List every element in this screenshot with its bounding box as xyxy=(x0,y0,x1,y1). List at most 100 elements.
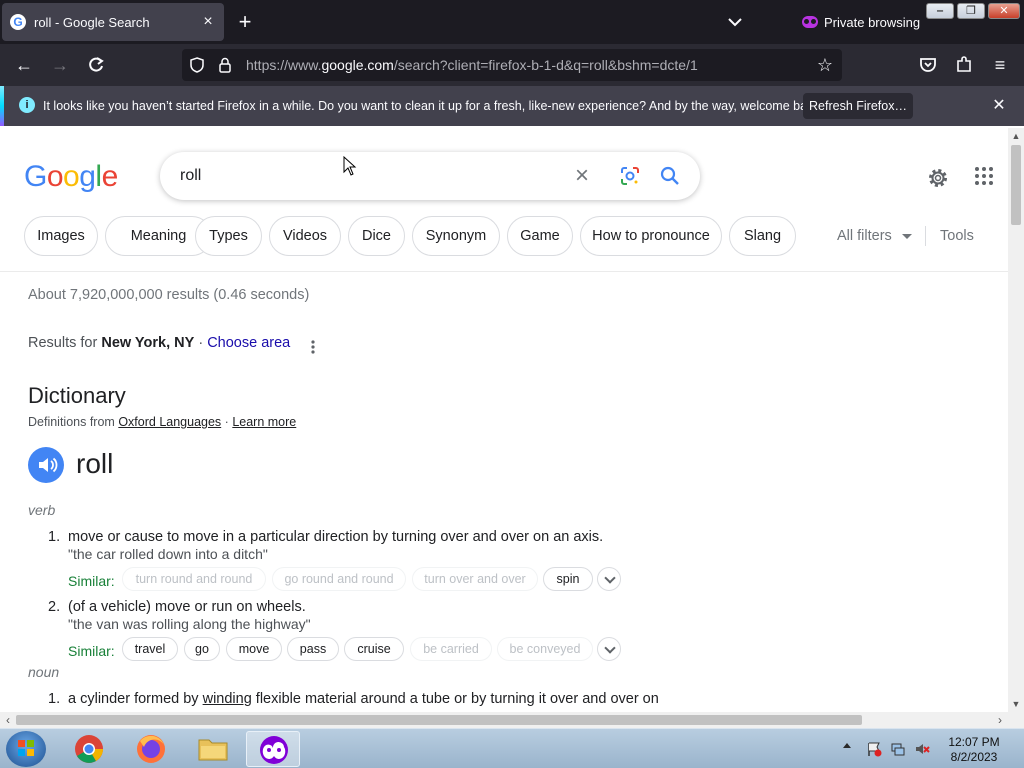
url-text[interactable]: https://www.google.com/search?client=fir… xyxy=(246,57,698,73)
horizontal-scrollbar[interactable]: ‹ › xyxy=(0,712,1008,728)
oxford-languages-link[interactable]: Oxford Languages xyxy=(118,415,221,429)
scrollbar-corner xyxy=(1008,712,1024,728)
synonym-chip[interactable]: travel xyxy=(122,637,178,661)
expand-chevron-icon[interactable] xyxy=(597,567,621,591)
chip-game[interactable]: Game xyxy=(507,216,573,256)
pronunciation-button[interactable] xyxy=(28,447,64,483)
part-of-speech-noun: noun xyxy=(28,664,60,680)
minimize-button[interactable]: ‒ xyxy=(926,3,954,19)
synonym-chip[interactable]: go round and round xyxy=(272,567,406,591)
winding-link[interactable]: winding xyxy=(203,691,252,707)
show-hidden-icons-arrow-icon[interactable] xyxy=(843,743,851,748)
definition-example: "the van was rolling along the highway" xyxy=(68,616,311,632)
synonym-chip[interactable]: cruise xyxy=(344,637,404,661)
forward-arrow-icon[interactable]: → xyxy=(49,54,71,76)
mouse-pointer-icon xyxy=(343,156,357,176)
hamburger-menu-icon[interactable]: ≡ xyxy=(989,54,1011,76)
firefox-icon xyxy=(137,735,165,763)
refresh-firefox-button[interactable]: Refresh Firefox… xyxy=(803,93,913,119)
scroll-left-arrow-icon[interactable]: ‹ xyxy=(0,712,16,728)
chip-slang[interactable]: Slang xyxy=(729,216,796,256)
taskbar-chrome[interactable] xyxy=(62,731,116,767)
choose-area-link[interactable]: Choose area xyxy=(207,335,290,351)
learn-more-link[interactable]: Learn more xyxy=(232,415,296,429)
private-browsing-label: Private browsing xyxy=(824,14,921,30)
taskbar-firefox[interactable] xyxy=(124,731,178,767)
search-input[interactable] xyxy=(180,164,560,188)
header-divider xyxy=(0,271,1008,272)
synonym-chip[interactable]: go xyxy=(184,637,220,661)
tools-button[interactable]: Tools xyxy=(940,228,974,244)
folder-icon xyxy=(198,739,228,761)
address-bar[interactable]: https://www.google.com/search?client=fir… xyxy=(182,49,842,81)
close-tab-icon[interactable]: × xyxy=(200,14,216,30)
dropdown-caret-icon xyxy=(901,233,912,239)
part-of-speech-verb: verb xyxy=(28,502,56,518)
definition-number: 1. xyxy=(48,529,61,545)
google-lens-icon[interactable] xyxy=(620,166,640,186)
expand-chevron-icon[interactable] xyxy=(597,637,621,661)
synonym-chip[interactable]: turn over and over xyxy=(412,567,538,591)
dictionary-heading: Dictionary xyxy=(28,383,126,408)
scroll-up-arrow-icon[interactable]: ▲ xyxy=(1008,128,1024,144)
chip-images[interactable]: Images xyxy=(24,216,98,256)
volume-muted-icon[interactable] xyxy=(914,741,930,757)
chip-synonym[interactable]: Synonym xyxy=(412,216,500,256)
chip-how-to-pronounce[interactable]: How to pronounce xyxy=(580,216,722,256)
clear-search-icon[interactable]: × xyxy=(570,164,594,188)
chip-videos[interactable]: Videos xyxy=(269,216,341,256)
chip-types[interactable]: Types xyxy=(195,216,262,256)
restore-button[interactable]: ❐ xyxy=(957,3,985,19)
extensions-puzzle-icon[interactable] xyxy=(953,54,975,76)
synonym-chip[interactable]: spin xyxy=(543,567,593,591)
definition-text: (of a vehicle) move or run on wheels. xyxy=(68,599,306,615)
refresh-notification-bar: i It looks like you haven’t started Fire… xyxy=(0,86,1024,126)
list-all-tabs-chevron-icon[interactable] xyxy=(726,13,744,31)
bookmark-star-icon[interactable]: ☆ xyxy=(816,56,834,74)
horizontal-scroll-thumb[interactable] xyxy=(16,715,862,725)
start-button[interactable] xyxy=(6,731,46,767)
synonym-chip[interactable]: move xyxy=(226,637,282,661)
toolbar-divider xyxy=(925,226,926,246)
definition-text: move or cause to move in a particular di… xyxy=(68,529,604,545)
search-box[interactable]: × xyxy=(160,152,700,200)
pocket-icon[interactable] xyxy=(917,54,939,76)
all-filters-dropdown[interactable]: All filters xyxy=(837,228,912,244)
definition-text: a cylinder formed by winding flexible ma… xyxy=(68,691,659,707)
search-magnifier-icon[interactable] xyxy=(660,166,680,186)
lock-icon[interactable] xyxy=(218,57,232,73)
navigation-toolbar: ← → https://www.google.com/search?client… xyxy=(0,44,1024,86)
more-options-vertical-icon[interactable] xyxy=(306,338,320,356)
system-clock[interactable]: 12:07 PM 8/2/2023 xyxy=(944,735,1004,765)
google-logo[interactable]: Google xyxy=(24,160,118,194)
tracking-protection-shield-icon[interactable] xyxy=(190,57,204,73)
vertical-scroll-thumb[interactable] xyxy=(1011,145,1021,225)
google-apps-grid-icon[interactable] xyxy=(974,166,994,186)
location-name: New York, NY xyxy=(101,335,195,351)
private-mask-icon xyxy=(802,16,818,28)
taskbar-firefox-private[interactable] xyxy=(246,731,300,767)
close-window-button[interactable]: ✕ xyxy=(988,3,1020,19)
synonym-chip[interactable]: turn round and round xyxy=(122,567,266,591)
synonym-chip[interactable]: be conveyed xyxy=(497,637,593,661)
reload-icon[interactable] xyxy=(85,54,107,76)
vertical-scrollbar[interactable]: ▲ ▼ xyxy=(1008,128,1024,712)
similar-label: Similar: xyxy=(68,573,115,589)
chip-dice[interactable]: Dice xyxy=(348,216,405,256)
synonym-chip[interactable]: be carried xyxy=(410,637,492,661)
synonym-chip[interactable]: pass xyxy=(287,637,339,661)
settings-gear-icon[interactable] xyxy=(926,166,950,190)
location-line: Results for New York, NY · Choose area xyxy=(28,335,291,351)
close-notification-icon[interactable]: ✕ xyxy=(990,97,1008,115)
clock-time: 12:07 PM xyxy=(948,735,1000,749)
new-tab-icon[interactable]: + xyxy=(234,11,256,33)
network-icon[interactable] xyxy=(890,741,906,757)
scroll-right-arrow-icon[interactable]: › xyxy=(992,712,1008,728)
action-center-flag-icon[interactable] xyxy=(866,741,882,757)
browser-tab[interactable]: G roll - Google Search × xyxy=(2,3,224,41)
back-arrow-icon[interactable]: ← xyxy=(13,54,35,76)
taskbar-file-explorer[interactable] xyxy=(186,731,240,767)
windows-logo-icon xyxy=(18,740,34,756)
speaker-icon xyxy=(39,457,58,473)
scroll-down-arrow-icon[interactable]: ▼ xyxy=(1008,696,1024,712)
